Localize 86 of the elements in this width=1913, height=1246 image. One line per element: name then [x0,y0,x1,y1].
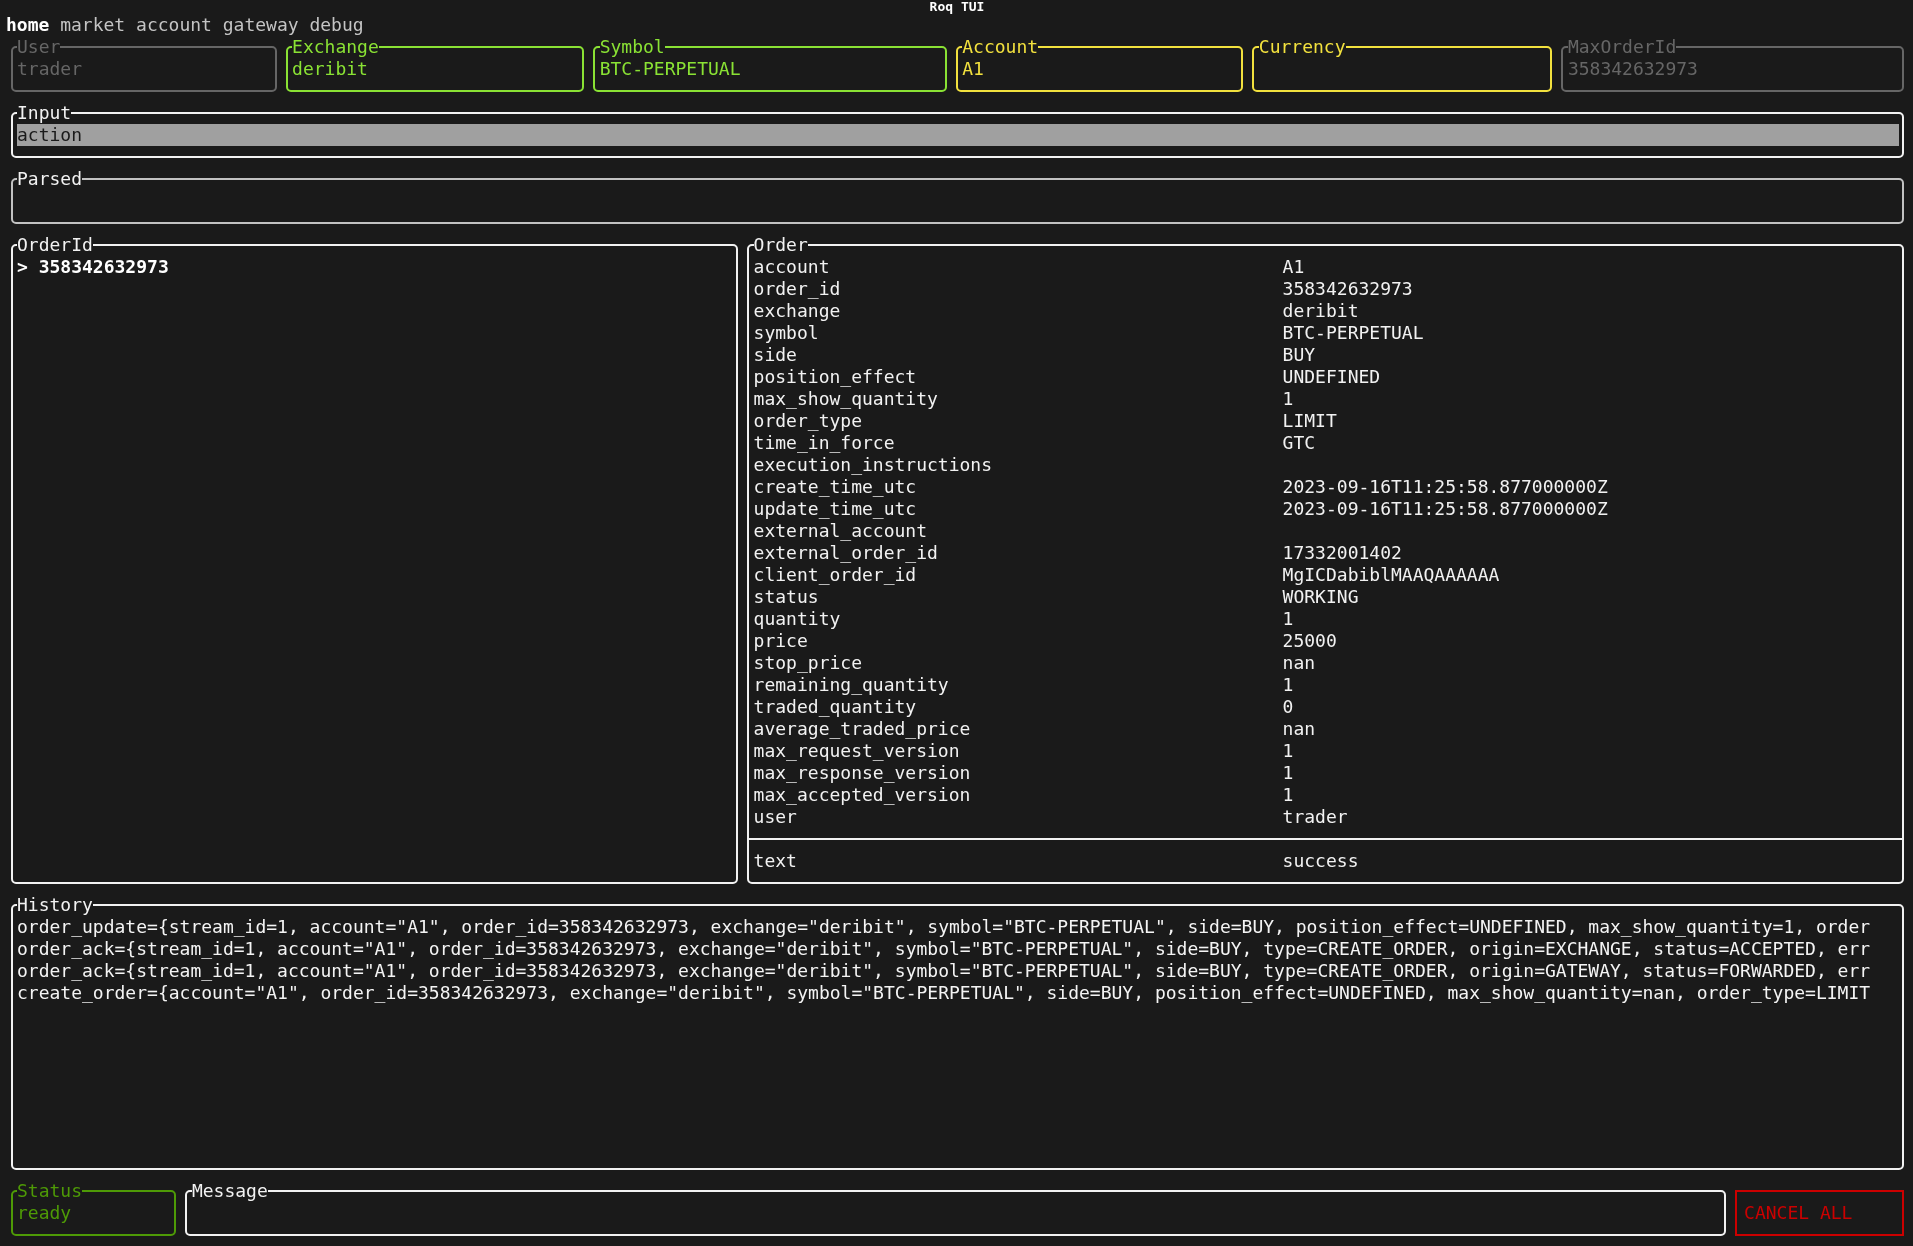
property-name: create_time_utc [753,476,918,498]
tab[interactable]: home [6,14,50,36]
log-line: order_update={stream_id=1, account="A1", order_id=358342632973, exchange="deribit", symbol="BTC-PERPETUAL", side=BUY, position_effect=UNDEFINED, max_show_quantity=1, order [17,916,1872,938]
property-value: nan [1282,652,1317,674]
text-field[interactable]: Symbol BTC-PERPETUAL [593,36,947,92]
property-value: 1 [1282,762,1295,784]
property-name: external_order_id [753,542,939,564]
property-value: WORKING [1282,586,1360,608]
property-value: MgICDabiblMAAQAAAAAA [1282,564,1501,586]
property-value: deribit [1282,300,1360,322]
property-name: user [753,806,798,828]
property-name: exchange [753,300,842,322]
tab[interactable]: account [136,14,212,36]
field-label: Exchange [292,36,379,58]
property-name: account [753,256,831,278]
field-label: Symbol [599,36,665,58]
property-value: UNDEFINED [1282,366,1382,388]
property-value: GTC [1282,432,1317,454]
property-name: stop_price [753,652,863,674]
field-label: Account [962,36,1039,58]
property-value: 1 [1282,674,1295,696]
property-value: 25000 [1282,630,1338,652]
panel-label: OrderId [17,234,93,256]
panel-label: Status [17,1180,83,1202]
chevron-icon: > [17,256,28,277]
property-value: 1 [1282,388,1295,410]
property-name: order_id [753,278,842,300]
window-title: Roq TUI [929,0,985,14]
property-value: 1 [1282,784,1295,806]
property-value: 1 [1282,608,1295,630]
panel-label: Parsed [17,168,83,190]
log-line: order_ack={stream_id=1, account="A1", order_id=358342632973, exchange="deribit", symbol="BTC-PERPETUAL", side=BUY, type=CREATE_ORDER, origin=GATEWAY, status=FORWARDED, err [17,960,1872,982]
property-value: 0 [1282,696,1295,718]
property-value: LIMIT [1282,410,1338,432]
property-name: position_effect [753,366,918,388]
property-name: client_order_id [753,564,918,586]
field-value: BTC-PERPETUAL [599,58,741,79]
property-name: order_type [753,410,863,432]
property-name: price [753,630,809,652]
tab[interactable]: gateway [222,14,299,36]
log-line: create_order={account="A1", order_id=358342632973, exchange="deribit", symbol="BTC-PERPETUAL", side=BUY, position_effect=UNDEFINED, max_show_quantity=nan, order_type=LIMIT [17,982,1872,1004]
property-name: remaining_quantity [753,674,950,696]
property-value: 2023-09-16T11:25:58.877000000Z [1282,476,1609,498]
field-label: User [17,36,61,58]
property-name: max_show_quantity [753,388,939,410]
property-name: max_request_version [753,740,961,762]
field-value: 358342632973 [1567,58,1698,79]
property-name: external_account [753,520,928,542]
property-name: symbol [753,322,820,344]
input-field[interactable]: action [17,124,1899,146]
property-value: trader [1282,806,1349,828]
property-value: 2023-09-16T11:25:58.877000000Z [1282,498,1609,520]
property-name: status [753,586,820,608]
field-value: A1 [962,58,984,79]
property-value: BUY [1282,344,1317,366]
property-value: nan [1282,718,1317,740]
property-value: BTC-PERPETUAL [1282,322,1425,344]
tab[interactable]: debug [309,14,364,36]
property-name: time_in_force [753,432,896,454]
property-name: execution_instructions [753,454,994,476]
panel-label: Message [191,1180,268,1202]
property-name: average_traded_price [753,718,972,740]
panel-label: Input [17,102,72,124]
panel-label: History [17,894,93,916]
panel-label: Order [753,234,808,256]
property-name: quantity [753,608,842,630]
property-name: max_accepted_version [753,784,972,806]
field-value: trader [17,58,83,79]
property-name: side [753,344,798,366]
list-item[interactable]: > 358342632973 [17,256,732,278]
field-value: deribit [292,58,368,79]
tab[interactable]: market [60,14,126,36]
field-label: MaxOrderId [1567,36,1677,58]
property-value: success [1282,850,1360,872]
property-name: max_response_version [753,762,972,784]
property-name: text [753,850,798,872]
field-label: Currency [1258,36,1346,58]
property-value: A1 [1282,256,1306,278]
property-value: 1 [1282,740,1295,762]
property-value: 17332001402 [1282,542,1403,564]
log-line: order_ack={stream_id=1, account="A1", order_id=358342632973, exchange="deribit", symbol="BTC-PERPETUAL", side=BUY, type=CREATE_ORDER, origin=EXCHANGE, status=ACCEPTED, err [17,938,1872,960]
text-field[interactable]: Exchange deribit [285,36,585,92]
property-name: update_time_utc [753,498,918,520]
property-value: 358342632973 [1282,278,1414,300]
property-name: traded_quantity [753,696,918,718]
status-text: ready [17,1202,72,1223]
